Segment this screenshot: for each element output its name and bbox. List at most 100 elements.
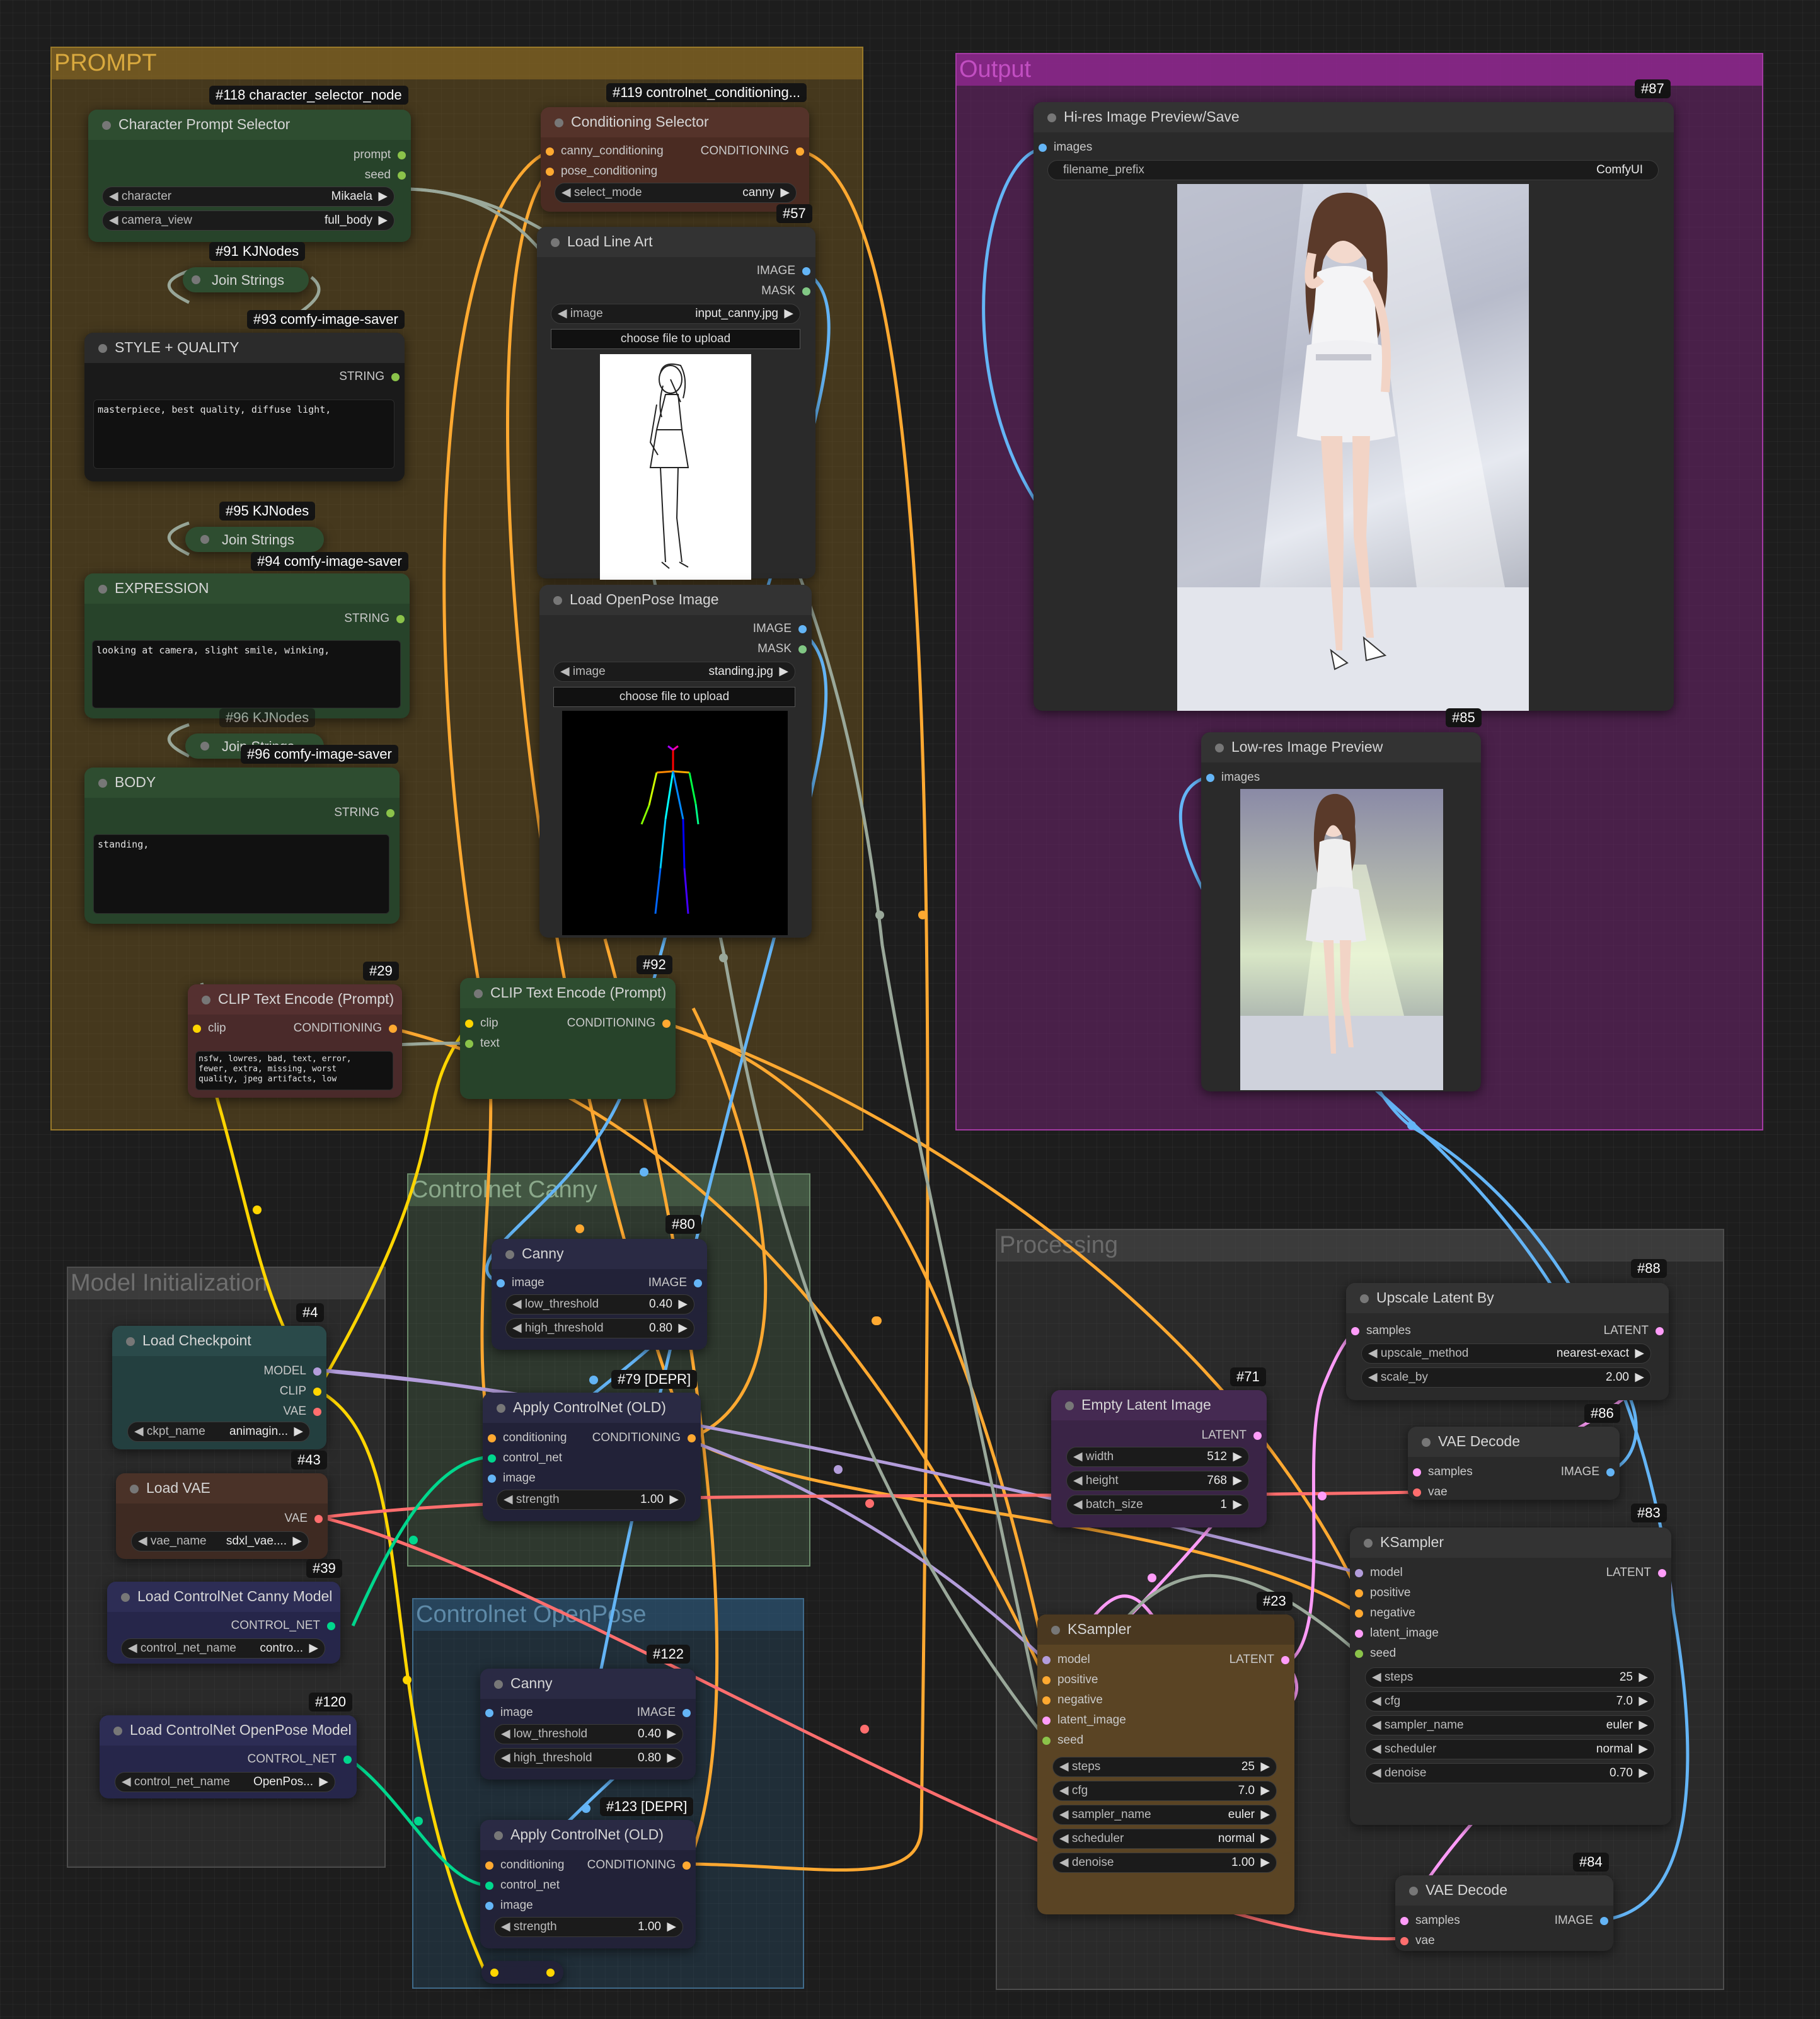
output-pin-control-net[interactable] bbox=[343, 1756, 352, 1764]
output-pin-mask[interactable] bbox=[802, 287, 810, 296]
node-clip-text-encode-negative[interactable]: CLIP Text Encode (Prompt) clip CONDITION… bbox=[188, 984, 402, 1098]
output-pin-vae[interactable] bbox=[313, 1408, 321, 1416]
arrow-right-icon[interactable]: ▶ bbox=[1233, 1447, 1242, 1466]
output-pin-image[interactable] bbox=[682, 1709, 691, 1717]
node-join-strings-95[interactable]: Join Strings bbox=[185, 527, 324, 552]
control-net-name-combo[interactable]: ◀ control_net_name OpenPos... ▶ bbox=[115, 1772, 335, 1792]
collapse-dot[interactable] bbox=[555, 118, 563, 127]
control-net-name-combo[interactable]: ◀ control_net_name contro... ▶ bbox=[121, 1638, 325, 1659]
arrow-right-icon[interactable]: ▶ bbox=[1639, 1740, 1648, 1759]
output-pin-clip[interactable] bbox=[313, 1388, 321, 1396]
node-join-strings-91[interactable]: Join Strings bbox=[183, 267, 309, 292]
output-pin-control-net[interactable] bbox=[327, 1622, 335, 1630]
collapse-dot[interactable] bbox=[497, 1404, 505, 1413]
output-pin-seed[interactable] bbox=[398, 171, 406, 180]
input-pin-control-net[interactable] bbox=[488, 1454, 496, 1463]
cfg-slider[interactable]: ◀ cfg 7.0 ▶ bbox=[1052, 1781, 1277, 1801]
arrow-right-icon[interactable]: ▶ bbox=[667, 1725, 676, 1744]
prompt-textarea[interactable]: looking at camera, slight smile, winking… bbox=[92, 640, 401, 708]
output-pin-image[interactable] bbox=[1606, 1468, 1615, 1476]
input-pin-control-net[interactable] bbox=[485, 1882, 493, 1890]
node-load-line-art[interactable]: Load Line Art IMAGE MASK ◀ image input_ca… bbox=[537, 227, 815, 580]
arrow-right-icon[interactable]: ▶ bbox=[1639, 1764, 1648, 1783]
arrow-right-icon[interactable]: ▶ bbox=[1260, 1757, 1270, 1776]
output-pin-vae[interactable] bbox=[314, 1515, 323, 1523]
arrow-right-icon[interactable]: ▶ bbox=[1260, 1781, 1270, 1800]
filename-prefix-field[interactable]: filename_prefix ComfyUI bbox=[1047, 160, 1659, 180]
output-pin-conditioning[interactable] bbox=[389, 1025, 397, 1033]
character-combo[interactable]: ◀ character Mikaela ▶ bbox=[102, 187, 395, 207]
input-pin-conditioning[interactable] bbox=[488, 1434, 496, 1442]
batch-size-slider[interactable]: ◀ batch_size 1 ▶ bbox=[1066, 1495, 1249, 1515]
input-pin-seed[interactable] bbox=[1355, 1650, 1363, 1658]
input-pin-positive[interactable] bbox=[1355, 1589, 1363, 1597]
strength-slider[interactable]: ◀ strength 1.00 ▶ bbox=[494, 1917, 683, 1937]
node-lowres-image-preview[interactable]: Low-res Image Preview images bbox=[1201, 732, 1481, 1091]
strength-slider[interactable]: ◀ strength 1.00 ▶ bbox=[497, 1490, 686, 1510]
upscale-method-combo[interactable]: ◀ upscale_method nearest-exact ▶ bbox=[1361, 1343, 1651, 1364]
high-threshold-slider[interactable]: ◀ high_threshold 0.80 ▶ bbox=[505, 1318, 694, 1338]
prompt-textarea[interactable]: nsfw, lowres, bad, text, error, fewer, e… bbox=[195, 1051, 393, 1090]
output-pin-latent[interactable] bbox=[1656, 1327, 1664, 1335]
arrow-right-icon[interactable]: ▶ bbox=[378, 211, 388, 230]
collapse-dot[interactable] bbox=[192, 275, 200, 284]
input-pin-samples[interactable] bbox=[1400, 1917, 1408, 1925]
arrow-right-icon[interactable]: ▶ bbox=[292, 1532, 302, 1551]
reroute-node[interactable] bbox=[481, 1961, 563, 1984]
arrow-right-icon[interactable]: ▶ bbox=[1635, 1368, 1644, 1387]
arrow-right-icon[interactable]: ▶ bbox=[667, 1918, 676, 1936]
steps-slider[interactable]: ◀ steps 25 ▶ bbox=[1365, 1667, 1655, 1688]
collapse-dot[interactable] bbox=[113, 1727, 122, 1735]
node-body[interactable]: BODY STRING standing, bbox=[84, 768, 400, 924]
collapse-dot[interactable] bbox=[1364, 1539, 1373, 1548]
arrow-right-icon[interactable]: ▶ bbox=[1260, 1805, 1270, 1824]
input-pin-image[interactable] bbox=[488, 1475, 496, 1483]
scale-by-slider[interactable]: ◀ scale_by 2.00 ▶ bbox=[1361, 1367, 1651, 1388]
node-apply-controlnet-79[interactable]: Apply ControlNet (OLD) conditioning cont… bbox=[483, 1393, 701, 1521]
denoise-slider[interactable]: ◀ denoise 1.00 ▶ bbox=[1052, 1853, 1277, 1873]
output-pin-conditioning[interactable] bbox=[688, 1434, 696, 1442]
output-pin-model[interactable] bbox=[313, 1367, 321, 1376]
collapse-dot[interactable] bbox=[130, 1485, 139, 1493]
arrow-right-icon[interactable]: ▶ bbox=[678, 1319, 688, 1338]
input-pin-canny-conditioning[interactable] bbox=[546, 147, 554, 156]
input-pin-negative[interactable] bbox=[1042, 1696, 1051, 1705]
scheduler-combo[interactable]: ◀ scheduler normal ▶ bbox=[1365, 1739, 1655, 1759]
arrow-right-icon[interactable]: ▶ bbox=[784, 304, 793, 323]
output-pin-string[interactable] bbox=[391, 373, 400, 381]
output-pin-latent[interactable] bbox=[1658, 1569, 1666, 1577]
collapse-dot[interactable] bbox=[1047, 113, 1056, 122]
arrow-right-icon[interactable]: ▶ bbox=[669, 1490, 679, 1509]
input-pin-clip[interactable] bbox=[465, 1020, 473, 1028]
arrow-right-icon[interactable]: ▶ bbox=[1639, 1716, 1648, 1735]
input-pin-negative[interactable] bbox=[1355, 1609, 1363, 1618]
image-combo[interactable]: ◀ image standing.jpg ▶ bbox=[553, 662, 795, 682]
collapse-dot[interactable] bbox=[551, 238, 560, 247]
output-pin-image[interactable] bbox=[1600, 1917, 1608, 1925]
arrow-right-icon[interactable]: ▶ bbox=[779, 662, 788, 681]
node-load-controlnet-canny-model[interactable]: Load ControlNet Canny Model CONTROL_NET … bbox=[107, 1582, 340, 1664]
node-style-quality[interactable]: STYLE + QUALITY STRING masterpiece, best… bbox=[84, 333, 405, 481]
node-ksampler-83[interactable]: KSampler model positive negative latent_… bbox=[1350, 1527, 1671, 1825]
input-pin-vae[interactable] bbox=[1400, 1937, 1408, 1945]
collapse-dot[interactable] bbox=[1360, 1294, 1369, 1303]
sampler-name-combo[interactable]: ◀ sampler_name euler ▶ bbox=[1365, 1715, 1655, 1735]
upload-button[interactable]: choose file to upload bbox=[553, 687, 795, 707]
node-load-vae[interactable]: Load VAE VAE ◀ vae_name sdxl_vae.... ▶ bbox=[116, 1473, 328, 1559]
node-load-openpose-image[interactable]: Load OpenPose Image IMAGE MASK ◀ image st… bbox=[539, 585, 812, 938]
node-vae-decode-86[interactable]: VAE Decode samples vae IMAGE bbox=[1408, 1427, 1620, 1500]
collapse-dot[interactable] bbox=[121, 1593, 130, 1602]
collapse-dot[interactable] bbox=[98, 344, 107, 353]
input-pin-samples[interactable] bbox=[1413, 1468, 1421, 1476]
arrow-right-icon[interactable]: ▶ bbox=[319, 1773, 328, 1792]
input-pin-pose-conditioning[interactable] bbox=[546, 168, 554, 176]
collapse-dot[interactable] bbox=[126, 1337, 135, 1346]
scheduler-combo[interactable]: ◀ scheduler normal ▶ bbox=[1052, 1829, 1277, 1849]
input-pin-latent-image[interactable] bbox=[1355, 1630, 1363, 1638]
input-pin-seed[interactable] bbox=[1042, 1737, 1051, 1745]
node-apply-controlnet-123[interactable]: Apply ControlNet (OLD) conditioning cont… bbox=[480, 1820, 696, 1948]
collapse-dot[interactable] bbox=[553, 596, 562, 605]
sampler-name-combo[interactable]: ◀ sampler_name euler ▶ bbox=[1052, 1805, 1277, 1825]
input-pin-clip[interactable] bbox=[193, 1025, 201, 1033]
output-pin-latent[interactable] bbox=[1253, 1432, 1262, 1440]
